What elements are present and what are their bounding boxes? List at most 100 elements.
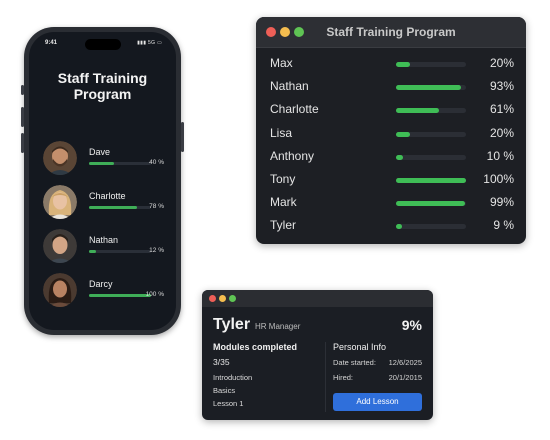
progress-percent: 9%: [401, 317, 422, 333]
personal-info-heading: Personal Info: [333, 342, 387, 352]
progress-bar-fill: [396, 85, 462, 90]
progress-bar-fill: [396, 108, 439, 113]
table-row[interactable]: Anthony 10 %: [256, 146, 526, 168]
list-item[interactable]: Dave 40 %: [39, 141, 166, 181]
progress-bar-fill: [396, 224, 403, 229]
progress-percent: 100%: [483, 172, 514, 186]
hired-label: Hired:: [333, 373, 354, 382]
divider: [325, 342, 326, 412]
hired-value: 20/1/2015: [388, 373, 422, 382]
avatar-man-icon: [43, 229, 77, 263]
dynamic-island: [85, 39, 121, 50]
staff-name: Darcy: [89, 279, 113, 289]
progress-bar-fill: [396, 132, 410, 137]
progress-percent: 61%: [489, 102, 514, 116]
staff-name: Tyler: [270, 218, 297, 232]
list-item[interactable]: Darcy 100 %: [39, 273, 166, 313]
progress-bar-fill: [396, 178, 466, 183]
staff-name: Lisa: [270, 126, 293, 140]
table-row[interactable]: Tony 100%: [256, 169, 526, 191]
module-item: Lesson 1: [213, 399, 244, 408]
progress-bar: [396, 85, 466, 90]
table-row[interactable]: Charlotte 61%: [256, 99, 526, 121]
progress-bar-fill: [396, 155, 403, 160]
progress-bar: [396, 62, 466, 67]
avatar: [43, 185, 77, 219]
table-row[interactable]: Max 20%: [256, 53, 526, 75]
progress-bar: [89, 206, 151, 209]
progress-bar-fill: [89, 250, 97, 253]
progress-percent: 99%: [489, 195, 514, 209]
status-bar: 9:41 ▮▮▮ 5G ▭: [29, 38, 176, 52]
phone-screen: 9:41 ▮▮▮ 5G ▭ Staff Training Program Dav…: [29, 32, 176, 330]
module-item: Introduction: [213, 373, 253, 382]
signal-icon: ▮▮▮: [137, 40, 147, 46]
staff-name: Dave: [89, 147, 111, 157]
staff-name: Tony: [270, 172, 296, 186]
progress-percent: 40 %: [149, 159, 164, 166]
staff-detail-window: Tyler HR Manager 9% Modules completed 3/…: [202, 290, 433, 420]
page-title: Staff Training Program: [57, 70, 148, 102]
status-time: 9:41: [45, 40, 58, 46]
progress-bar: [89, 250, 151, 253]
avatar-woman-icon: [43, 185, 77, 219]
maximize-button[interactable]: [229, 295, 236, 302]
progress-bar: [396, 155, 466, 160]
modules-count: 3/35: [213, 357, 230, 367]
phone-volume-down-button: [21, 133, 24, 153]
progress-percent: 78 %: [149, 203, 164, 210]
progress-percent: 20%: [489, 56, 514, 70]
table-row[interactable]: Mark 99%: [256, 192, 526, 214]
progress-bar: [396, 132, 466, 137]
window-titlebar: [202, 290, 433, 307]
avatar-woman-icon: [43, 273, 77, 307]
staff-name: Charlotte: [270, 102, 319, 116]
phone-action-button: [21, 85, 24, 95]
staff-name: Charlotte: [89, 191, 126, 201]
progress-bar: [396, 224, 466, 229]
progress-bar-fill: [396, 62, 410, 67]
phone-volume-up-button: [21, 107, 24, 127]
progress-bar-fill: [89, 294, 151, 297]
staff-name: Anthony: [270, 149, 315, 163]
minimize-button[interactable]: [219, 295, 226, 302]
progress-percent: 10 %: [486, 149, 514, 163]
avatar: [43, 141, 77, 175]
staff-name: Max: [270, 56, 293, 70]
table-row[interactable]: Nathan 93%: [256, 76, 526, 98]
avatar-man-icon: [43, 141, 77, 175]
modules-heading: Modules completed: [213, 342, 298, 352]
progress-bar: [396, 201, 466, 206]
window-title: Staff Training Program: [326, 25, 456, 39]
window-titlebar: Staff Training Program: [256, 17, 526, 48]
progress-percent: 100 %: [145, 291, 164, 298]
date-started-label: Date started:: [333, 358, 376, 367]
close-button[interactable]: [209, 295, 216, 302]
module-item: Basics: [213, 386, 236, 395]
staff-name: Nathan: [89, 235, 119, 245]
progress-percent: 20%: [489, 126, 514, 140]
phone-mockup: 9:41 ▮▮▮ 5G ▭ Staff Training Program Dav…: [21, 27, 184, 335]
progress-bar: [396, 178, 466, 183]
date-started-value: 12/6/2025: [388, 358, 422, 367]
progress-bar: [89, 162, 151, 165]
avatar: [43, 229, 77, 263]
progress-bar-fill: [89, 162, 114, 165]
status-icons: ▮▮▮ 5G ▭: [137, 40, 162, 46]
table-row[interactable]: Lisa 20%: [256, 123, 526, 145]
progress-bar: [89, 294, 151, 297]
staff-role: HR Manager: [255, 322, 301, 331]
battery-icon: ▭: [156, 40, 162, 46]
progress-percent: 12 %: [149, 247, 164, 254]
avatar: [43, 273, 77, 307]
table-row[interactable]: Tyler 9 %: [256, 215, 526, 237]
network-label: 5G: [147, 40, 156, 46]
phone-power-button: [181, 122, 184, 152]
list-item[interactable]: Nathan 12 %: [39, 229, 166, 269]
progress-bar-fill: [396, 201, 466, 206]
staff-name: Mark: [270, 195, 297, 209]
add-lesson-button[interactable]: Add Lesson: [333, 393, 422, 411]
staff-name: Nathan: [270, 79, 309, 93]
list-item[interactable]: Charlotte 78 %: [39, 185, 166, 225]
progress-percent: 93%: [489, 79, 514, 93]
